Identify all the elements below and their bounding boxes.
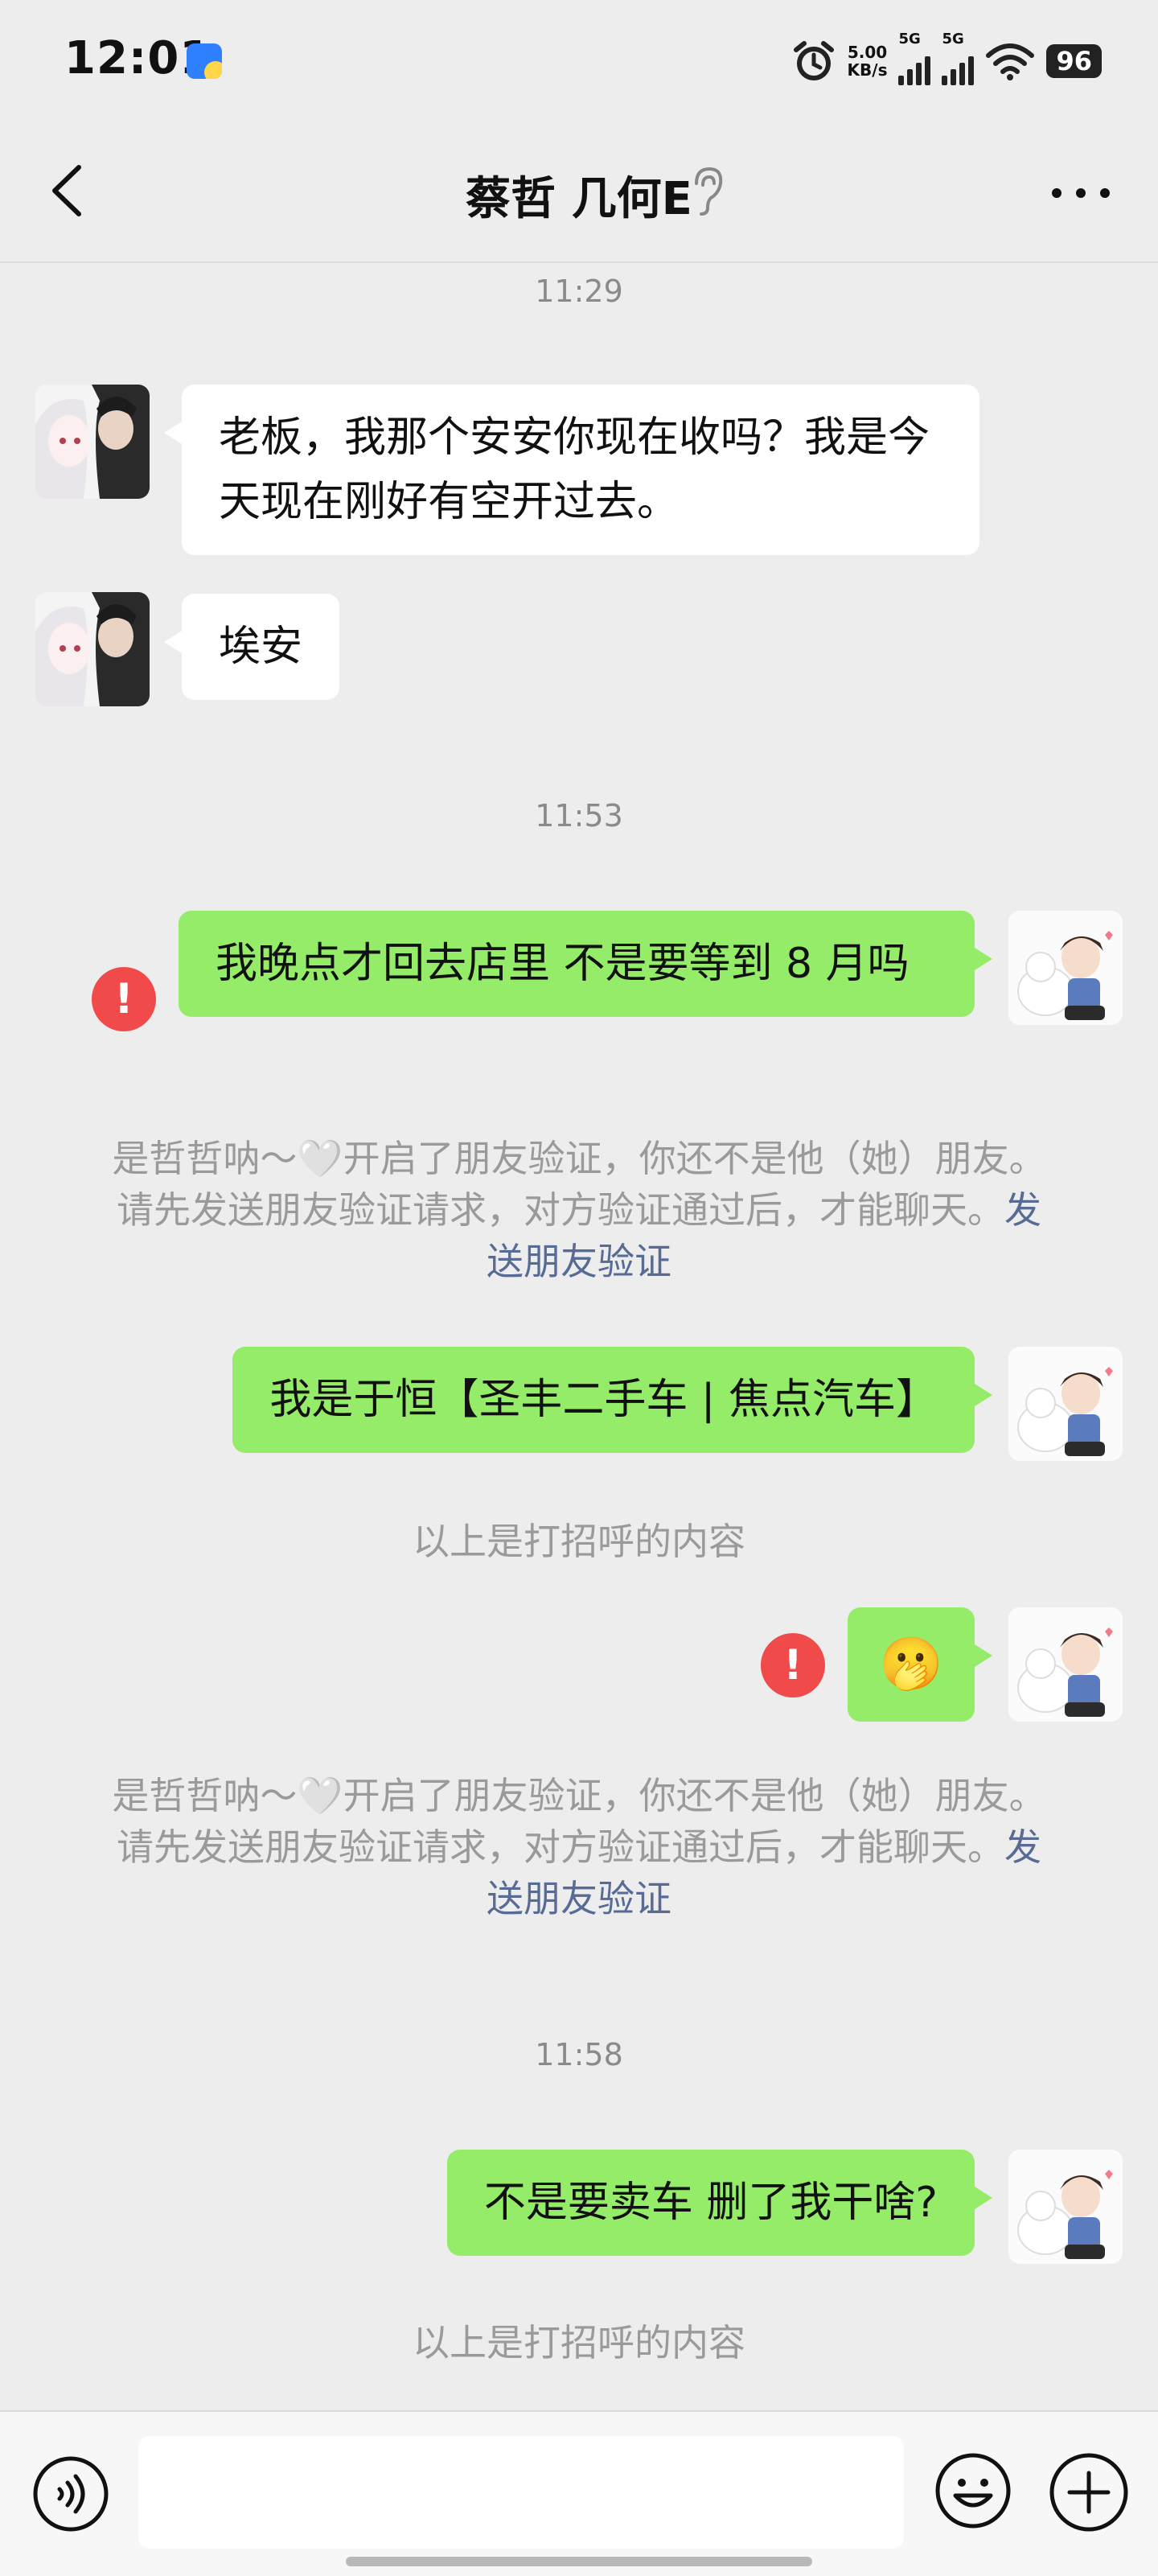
status-bar: 12:01 5.00 KB/s 5G 5G 96	[0, 0, 1158, 121]
message-bubble-incoming[interactable]: 老板，我那个安安你现在收吗？我是今天现在刚好有空开过去。	[164, 385, 979, 555]
my-avatar[interactable]	[1008, 1607, 1123, 1722]
chat-title: 蔡哲 几何E	[466, 173, 692, 225]
my-avatar[interactable]	[1008, 2150, 1123, 2264]
time-separator: 11:58	[535, 2037, 623, 2072]
message-bubble-outgoing[interactable]: 我晚点才回去店里 不是要等到 8 月吗	[179, 911, 992, 1017]
my-avatar[interactable]	[1008, 911, 1123, 1025]
verification-notice: 是哲哲呐～🤍开启了朋友验证，你还不是他（她）朋友。请先发送朋友验证请求，对方验证…	[112, 1137, 1046, 1283]
contact-avatar[interactable]	[35, 385, 150, 499]
emoji-icon[interactable]	[933, 2450, 1013, 2531]
time-separator: 11:29	[535, 274, 623, 309]
home-indicator[interactable]	[346, 2557, 812, 2566]
alarm-icon	[793, 41, 834, 80]
ear-icon	[695, 167, 723, 216]
time-separator: 11:53	[535, 798, 623, 833]
battery-indicator: 96	[1046, 44, 1102, 78]
verification-notice: 是哲哲呐～🤍开启了朋友验证，你还不是他（她）朋友。请先发送朋友验证请求，对方验证…	[112, 1774, 1046, 1920]
signal-sim2-icon: 5G	[942, 31, 975, 85]
wifi-icon	[986, 43, 1035, 80]
emoji-message-bubble[interactable]: 🫢	[848, 1607, 992, 1722]
plus-icon[interactable]	[1047, 2450, 1131, 2534]
greeting-hint: 以上是打招呼的内容	[413, 2321, 745, 2364]
signal-sim1-icon: 5G	[898, 31, 931, 85]
contact-avatar[interactable]	[35, 592, 150, 706]
net-speed: 5.00 KB/s	[847, 43, 888, 80]
message-bubble-outgoing[interactable]: 不是要卖车 删了我干啥?	[446, 2150, 993, 2256]
my-avatar[interactable]	[1008, 1347, 1123, 1461]
greeting-hint: 以上是打招呼的内容	[413, 1520, 745, 1563]
message-input[interactable]	[138, 2436, 904, 2549]
send-failed-icon[interactable]: !	[92, 967, 156, 1031]
message-bubble-incoming[interactable]: 埃安	[163, 594, 340, 700]
chat-header: 蔡哲 几何E	[0, 121, 1158, 263]
message-bubble-outgoing[interactable]: 我是于恒【圣丰二手车 | 焦点汽车】	[232, 1347, 992, 1453]
status-indicators: 5.00 KB/s 5G 5G 96	[791, 31, 1102, 87]
send-failed-icon[interactable]: !	[761, 1633, 825, 1697]
input-bar	[0, 2410, 1158, 2576]
voice-icon[interactable]	[31, 2454, 111, 2534]
app-notification-icon	[187, 43, 222, 79]
more-icon[interactable]	[1049, 185, 1113, 201]
